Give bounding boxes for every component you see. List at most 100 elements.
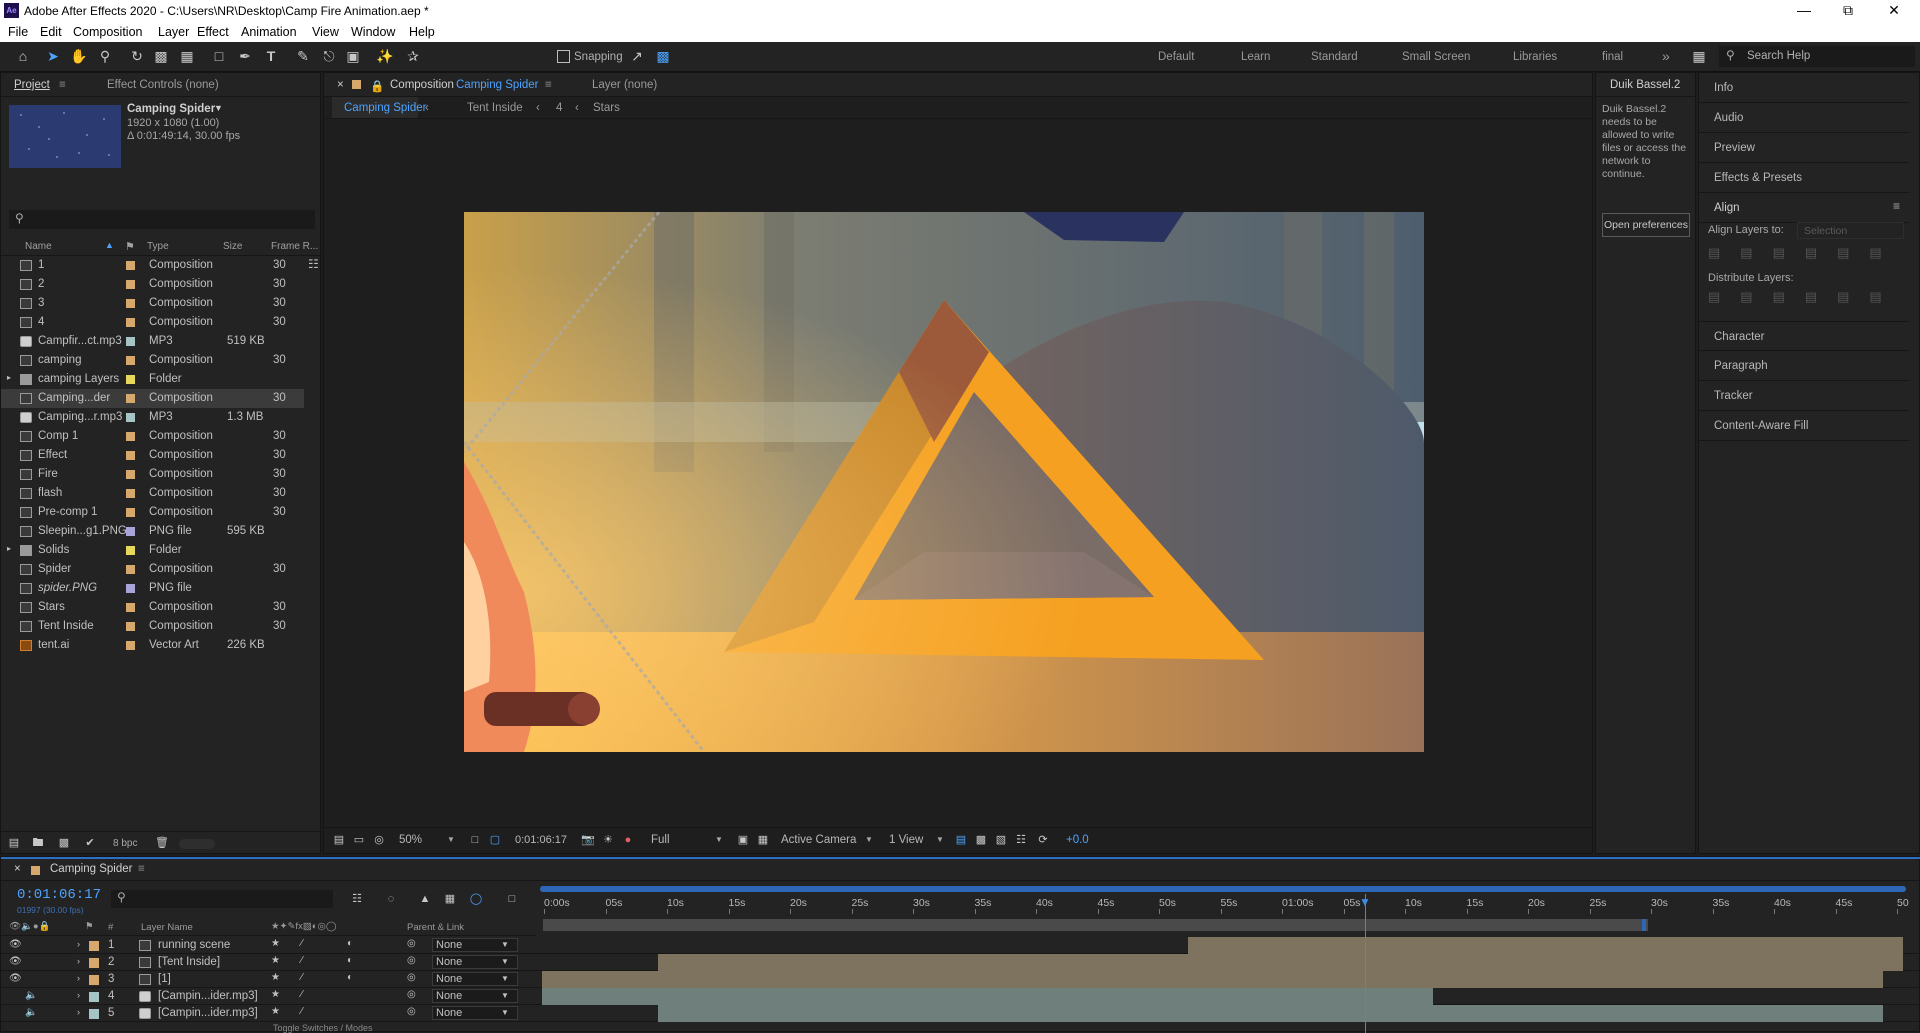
quality-switch-icon[interactable]: ∕: [301, 989, 303, 1000]
project-item[interactable]: camping Composition 30: [1, 351, 304, 370]
layer-duration-bar[interactable]: [542, 971, 1883, 988]
rotate-tool-icon[interactable]: ↻: [128, 47, 146, 65]
quality-switch-icon[interactable]: ∕: [301, 938, 303, 949]
shy-layers-icon[interactable]: ▲: [416, 890, 434, 908]
project-item[interactable]: Sleepin...g1.PNG PNG file 595 KB: [1, 522, 304, 541]
type-tool-icon[interactable]: T: [262, 47, 280, 65]
av-features-icon[interactable]: 👁🔈●🔒: [9, 921, 50, 932]
quality-switch-icon[interactable]: ∕: [301, 955, 303, 966]
visibility-eye-icon[interactable]: 👁: [9, 939, 22, 950]
menu-layer[interactable]: Layer: [158, 25, 189, 39]
camera-tool-icon[interactable]: ▩: [152, 47, 170, 65]
align-to-dropdown[interactable]: Selection: [1797, 222, 1904, 239]
menu-effect[interactable]: Effect: [197, 25, 229, 39]
zoom-chevron-icon[interactable]: ▼: [447, 835, 455, 844]
label-color-swatch[interactable]: [126, 413, 135, 422]
fast-preview-icon[interactable]: ▩: [972, 831, 990, 849]
column-size[interactable]: Size: [223, 241, 242, 252]
project-search-input[interactable]: ⚲: [9, 210, 315, 229]
parent-chevron-icon[interactable]: ▼: [501, 991, 509, 1000]
flowchart-icon[interactable]: ☷: [308, 257, 319, 271]
open-preferences-button[interactable]: Open preferences: [1602, 213, 1690, 237]
label-color-swatch[interactable]: [126, 280, 135, 289]
project-item[interactable]: Campfir...ct.mp3 MP3 519 KB: [1, 332, 304, 351]
flowchart-view-icon[interactable]: ☷: [1012, 831, 1030, 849]
interpret-footage-icon[interactable]: ▤: [5, 834, 23, 852]
label-color-swatch[interactable]: [126, 489, 135, 498]
label-color-swatch[interactable]: [126, 337, 135, 346]
workspace-small-screen[interactable]: Small Screen: [1402, 51, 1470, 63]
work-area-end-handle[interactable]: [1642, 919, 1646, 931]
project-item[interactable]: Pre-comp 1 Composition 30: [1, 503, 304, 522]
show-snapshot-icon[interactable]: ☀: [599, 831, 617, 849]
align-buttons-row[interactable]: ▤▤▤▤▤▤: [1708, 245, 1908, 261]
panel-tracker[interactable]: Tracker: [1699, 381, 1909, 411]
timeline-layer-row[interactable]: 🔈 › 5 [Campin...ider.mp3] ★ ∕ ◎ None ▼: [1, 1005, 1920, 1022]
expand-layer-icon[interactable]: ›: [77, 973, 80, 983]
quality-switch-icon[interactable]: ∕: [301, 1006, 303, 1017]
workspace-menu-icon[interactable]: ▦: [1690, 47, 1708, 65]
toggle-pixel-icon[interactable]: ▤: [952, 831, 970, 849]
menu-animation[interactable]: Animation: [241, 25, 297, 39]
comp-tab-prefix[interactable]: Composition: [390, 79, 454, 91]
label-color-swatch[interactable]: [126, 565, 135, 574]
pick-whip-icon[interactable]: ◎: [407, 1006, 416, 1017]
restore-icon[interactable]: ⧉: [1828, 2, 1868, 19]
rectangle-tool-icon[interactable]: □: [210, 47, 228, 65]
minimize-icon[interactable]: —: [1784, 2, 1824, 18]
snapping-checkbox[interactable]: [557, 50, 570, 63]
views-chevron-icon[interactable]: ▼: [936, 835, 944, 844]
layer-label-color[interactable]: [89, 992, 99, 1002]
puppet-tool-icon[interactable]: ✰: [404, 47, 422, 65]
label-color-swatch[interactable]: [126, 527, 135, 536]
label-color-swatch[interactable]: [126, 356, 135, 365]
panel-align[interactable]: Align: [1699, 193, 1909, 223]
tab-effect-controls[interactable]: Effect Controls (none): [107, 79, 219, 91]
expand-layer-icon[interactable]: ›: [77, 990, 80, 1000]
label-color-swatch[interactable]: [126, 546, 135, 555]
menu-help[interactable]: Help: [409, 25, 435, 39]
expand-layer-icon[interactable]: ›: [77, 1007, 80, 1017]
hand-tool-icon[interactable]: ✋: [70, 47, 88, 65]
lock-icon[interactable]: 🔒: [370, 79, 384, 93]
menu-view[interactable]: View: [312, 25, 339, 39]
label-column-icon[interactable]: ⚑: [125, 240, 135, 253]
workspace-standard[interactable]: Standard: [1311, 51, 1358, 63]
work-area-bar[interactable]: [543, 919, 1648, 931]
label-color-swatch[interactable]: [126, 375, 135, 384]
layer-name[interactable]: [1]: [158, 973, 171, 985]
reset-exposure-icon[interactable]: ⟳: [1034, 831, 1052, 849]
label-color-swatch[interactable]: [126, 603, 135, 612]
menu-file[interactable]: File: [8, 25, 28, 39]
draft-3d-icon[interactable]: ◌: [382, 890, 400, 908]
tab-timeline-camping-spider[interactable]: Camping Spider: [50, 863, 132, 875]
work-area-zoom-bar[interactable]: [540, 886, 1906, 892]
time-ruler[interactable]: 0:00s 05s 10s 15s 20s 25s 30s 35s 40s 45s 50s 55s 01…: [536, 895, 1920, 915]
comp-mini-flowchart-icon[interactable]: ☷: [348, 890, 366, 908]
project-item[interactable]: 1 Composition 30: [1, 256, 304, 275]
tab-project[interactable]: Project: [14, 79, 50, 91]
brush-tool-icon[interactable]: ✎: [294, 47, 312, 65]
search-help-field[interactable]: ⚲ Search Help: [1719, 46, 1915, 67]
column-layer-name[interactable]: Layer Name: [141, 922, 193, 933]
project-item[interactable]: 4 Composition 30: [1, 313, 304, 332]
project-item[interactable]: 2 Composition 30: [1, 275, 304, 294]
monitor-icon[interactable]: ▭: [350, 831, 368, 849]
visibility-eye-icon[interactable]: 👁: [9, 956, 22, 967]
delete-icon[interactable]: 🗑: [153, 834, 171, 852]
layer-name[interactable]: [Tent Inside]: [158, 956, 220, 968]
timeline-menu-icon[interactable]: ≡: [138, 863, 145, 875]
column-frame-rate[interactable]: Frame R...: [271, 241, 318, 252]
label-color-swatch[interactable]: [126, 451, 135, 460]
motion-blur-switch-icon[interactable]: ◐: [347, 938, 353, 949]
project-item[interactable]: Camping...der Composition 30: [1, 389, 304, 408]
panel-content-aware-fill[interactable]: Content-Aware Fill: [1699, 411, 1909, 441]
workspace-default[interactable]: Default: [1158, 51, 1194, 63]
workspace-final[interactable]: final: [1602, 51, 1623, 63]
project-item[interactable]: ▸ camping Layers Folder: [1, 370, 304, 389]
timeline-icon[interactable]: ▧: [992, 831, 1010, 849]
resolution-dropdown[interactable]: Full: [651, 834, 670, 846]
bit-depth-button[interactable]: 8 bpc: [113, 838, 137, 849]
project-item[interactable]: Effect Composition 30: [1, 446, 304, 465]
layer-label-color[interactable]: [89, 975, 99, 985]
